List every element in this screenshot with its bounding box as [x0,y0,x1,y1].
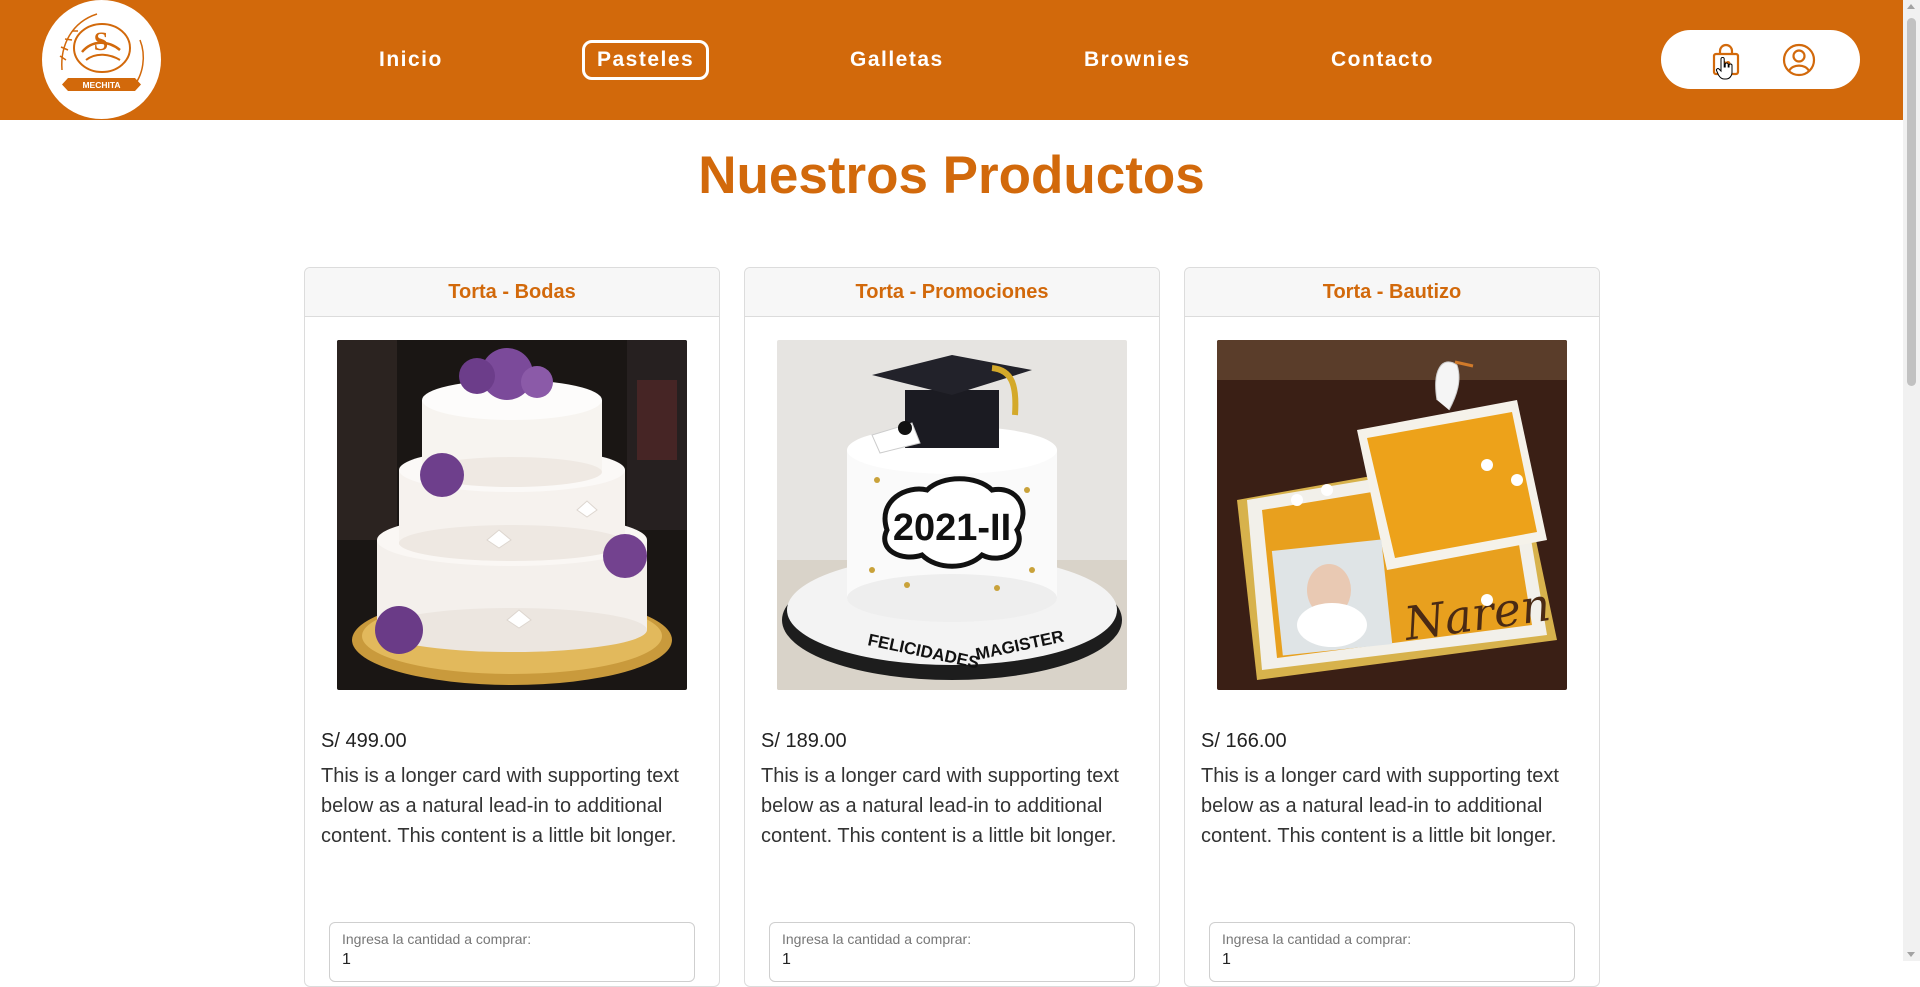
product-card: Torta - Bautizo Naren S/ 166.00 This is … [1184,267,1600,987]
svg-text:S: S [94,27,108,56]
product-price: S/ 166.00 [1201,730,1287,752]
navbar: S MECHITA Inicio Pasteles Galletas Brown… [0,0,1903,120]
product-title: Torta - Bodas [305,268,719,317]
quantity-label: Ingresa la cantidad a comprar: [342,931,532,947]
product-card: Torta - Promociones 2021-II FELICIDADES … [744,267,1160,987]
scrollbar-thumb[interactable] [1907,18,1916,386]
scroll-down-icon[interactable] [1907,952,1915,957]
nav-link-brownies[interactable]: Brownies [1084,40,1191,80]
quantity-input[interactable] [782,951,1112,969]
shopping-bag-icon[interactable] [1709,43,1743,77]
nav-link-contacto[interactable]: Contacto [1331,40,1434,80]
quantity-input[interactable] [1222,951,1552,969]
product-price: S/ 499.00 [321,730,407,752]
nav-link-galletas[interactable]: Galletas [850,40,944,80]
cake-year-text: 2021-II [893,507,1011,549]
vertical-scrollbar[interactable] [1903,0,1920,961]
product-card: Torta - Bodas S/ 499.00 This is a longer… [304,267,720,987]
quantity-field[interactable]: Ingresa la cantidad a comprar: [769,922,1135,982]
user-circle-icon[interactable] [1782,43,1816,77]
quantity-field[interactable]: Ingresa la cantidad a comprar: [329,922,695,982]
nav-link-pasteles[interactable]: Pasteles [582,40,710,80]
mechita-logo[interactable]: S MECHITA [42,0,161,119]
scroll-up-icon[interactable] [1907,4,1915,9]
product-description: This is a longer card with supporting te… [1201,765,1559,847]
product-title: Torta - Promociones [745,268,1159,317]
product-description: This is a longer card with supporting te… [761,765,1119,847]
graduation-cake-image: 2021-II FELICIDADES MAGISTER [777,340,1127,690]
product-description: This is a longer card with supporting te… [321,765,679,847]
product-title: Torta - Bautizo [1185,268,1599,317]
product-price: S/ 189.00 [761,730,847,752]
logo-text: MECHITA [82,80,120,90]
wedding-cake-image [337,340,687,690]
nav-actions [1661,30,1860,89]
quantity-input[interactable] [342,951,672,969]
quantity-label: Ingresa la cantidad a comprar: [782,931,972,947]
nav-link-inicio[interactable]: Inicio [379,40,443,80]
page-title: Nuestros Productos [698,146,1205,205]
quantity-label: Ingresa la cantidad a comprar: [1222,931,1412,947]
baptism-cake-image: Naren [1217,340,1567,690]
quantity-field[interactable]: Ingresa la cantidad a comprar: [1209,922,1575,982]
